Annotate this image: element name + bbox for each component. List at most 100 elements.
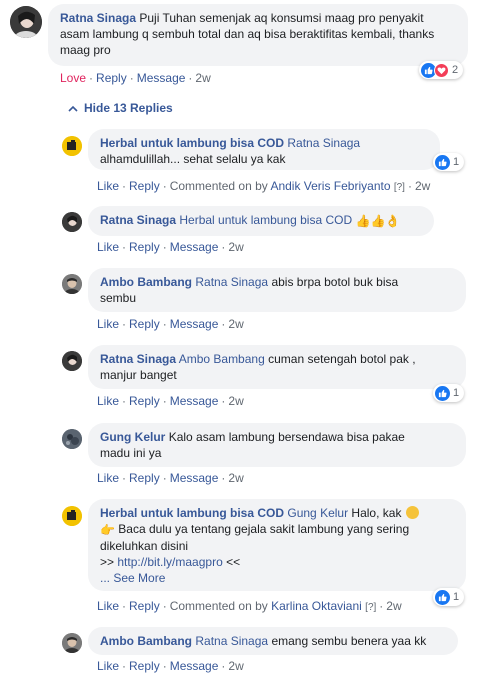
love-reaction-icon [434, 62, 449, 78]
avatar[interactable] [62, 212, 82, 232]
reply-actions: Like · Reply · Message · 2w [97, 317, 244, 331]
reply-bubble: Gung Kelur Kalo asam lambung bersendawa … [88, 423, 466, 467]
like-button[interactable]: Like [97, 240, 119, 254]
reply-button[interactable]: Reply [129, 317, 160, 331]
hide-replies-label: Hide 13 Replies [84, 101, 173, 115]
reaction-count: 1 [453, 591, 460, 603]
reaction-count: 1 [453, 387, 460, 399]
reply-author[interactable]: Herbal untuk lambung bisa COD [100, 506, 284, 520]
timestamp[interactable]: 2w [386, 599, 401, 613]
reply-bubble: Ambo Bambang Ratna Sinaga abis brpa boto… [88, 268, 466, 312]
reply-author[interactable]: Ratna Sinaga [100, 213, 176, 227]
avatar[interactable] [62, 351, 82, 371]
reply-button[interactable]: Reply [129, 659, 160, 673]
hide-replies-button[interactable]: Hide 13 Replies [68, 101, 173, 115]
message-button[interactable]: Message [170, 659, 219, 673]
reply-author[interactable]: Ambo Bambang [100, 634, 192, 648]
like-reaction-icon [435, 589, 450, 605]
reaction-count: 1 [453, 156, 460, 168]
message-button[interactable]: Message [170, 394, 219, 408]
reaction-count: 2 [452, 64, 459, 76]
reaction-badge[interactable]: 2 [419, 61, 464, 79]
reaction-badge[interactable]: 1 [433, 384, 465, 402]
mention[interactable]: Ambo Bambang [179, 352, 265, 366]
profile-photo-icon [62, 351, 82, 371]
commented-on-by-label: Commented on by [169, 179, 268, 193]
reply-button[interactable]: Reply [129, 471, 160, 485]
avatar[interactable] [62, 274, 82, 294]
mention[interactable]: Ratna Sinaga [195, 634, 268, 648]
message-button[interactable]: Message [170, 471, 219, 485]
reply-button[interactable]: Reply [129, 394, 160, 408]
reaction-badge[interactable]: 1 [433, 153, 465, 171]
reply-text: abis brpa botol buk bisa [271, 275, 399, 289]
link-suffix: << [222, 555, 241, 569]
reply-author[interactable]: Ratna Sinaga [100, 352, 176, 366]
reply-text: emang sembu benera yaa kk [271, 634, 427, 648]
chevron-up-icon [68, 105, 78, 112]
timestamp[interactable]: 2w [228, 240, 243, 254]
avatar[interactable] [10, 6, 42, 38]
reply-button[interactable]: Reply [96, 71, 127, 85]
reply-author[interactable]: Herbal untuk lambung bisa COD [100, 136, 284, 150]
mention[interactable]: Herbal untuk lambung bisa COD [179, 213, 352, 227]
external-link[interactable]: http://bit.ly/maagpro [117, 555, 222, 569]
like-button[interactable]: Like [97, 659, 119, 673]
reply-button[interactable]: Reply [129, 240, 160, 254]
reply-text: cuman setengah botol pak , [268, 352, 416, 366]
reply-text-line2: manjur banget [100, 368, 177, 382]
timestamp[interactable]: 2w [228, 394, 243, 408]
love-button[interactable]: Love [60, 71, 86, 85]
link-prefix: >> [100, 555, 118, 569]
reply-actions: Like · Reply · Message · 2w [97, 659, 244, 673]
smiling-emoji-icon [405, 506, 419, 519]
timestamp[interactable]: 2w [415, 179, 430, 193]
avatar[interactable] [62, 506, 82, 526]
timestamp[interactable]: 2w [228, 659, 243, 673]
reply-actions: Like · Reply · Message · 2w [97, 240, 244, 254]
mention[interactable]: Ratna Sinaga [287, 136, 360, 150]
timestamp[interactable]: 2w [228, 317, 243, 331]
profile-photo-icon [62, 274, 82, 294]
reaction-badge[interactable]: 1 [433, 588, 465, 606]
ok-hand-emoji-icon: 👌 [385, 214, 401, 228]
timestamp[interactable]: 2w [195, 71, 210, 85]
like-button[interactable]: Like [97, 599, 119, 613]
commented-on-by-label: Commented on by [169, 599, 268, 613]
commenter-name[interactable]: Karlina Oktaviani [271, 599, 362, 613]
profile-photo-icon [62, 633, 82, 653]
avatar[interactable] [62, 136, 82, 156]
comment-actions: Love · Reply · Message · 2w [60, 71, 211, 85]
info-link[interactable]: [?] [365, 602, 376, 613]
reply-text: Halo, kak [351, 506, 402, 520]
reply-text-line3: dikeluhkan disini [100, 539, 189, 553]
like-button[interactable]: Like [97, 471, 119, 485]
reply-actions: Like · Reply · Message · 2w [97, 394, 244, 408]
message-button[interactable]: Message [137, 71, 186, 85]
reply-bubble: Ratna Sinaga Ambo Bambang cuman setengah… [88, 345, 466, 389]
reply-bubble: Herbal untuk lambung bisa COD Gung Kelur… [88, 499, 466, 591]
reply-button[interactable]: Reply [129, 599, 160, 613]
reply-author[interactable]: Gung Kelur [100, 430, 165, 444]
info-link[interactable]: [?] [394, 182, 405, 193]
mention[interactable]: Ratna Sinaga [195, 275, 268, 289]
message-button[interactable]: Message [170, 240, 219, 254]
commenter-name[interactable]: Andik Veris Febriyanto [270, 179, 390, 193]
reply-button[interactable]: Reply [129, 179, 160, 193]
reply-text: alhamdulillah... sehat selalu ya kak [100, 152, 286, 166]
brand-logo-icon [62, 506, 82, 526]
like-reaction-icon [435, 385, 450, 401]
timestamp[interactable]: 2w [228, 471, 243, 485]
comment-bubble: Ratna Sinaga Puji Tuhan semenjak aq kons… [48, 4, 468, 66]
reply-bubble: Herbal untuk lambung bisa COD Ratna Sina… [88, 129, 440, 170]
see-more-link[interactable]: ... See More [100, 570, 454, 586]
like-button[interactable]: Like [97, 179, 119, 193]
like-button[interactable]: Like [97, 317, 119, 331]
avatar[interactable] [62, 633, 82, 653]
mention[interactable]: Gung Kelur [287, 506, 348, 520]
reply-author[interactable]: Ambo Bambang [100, 275, 192, 289]
like-button[interactable]: Like [97, 394, 119, 408]
avatar[interactable] [62, 429, 82, 449]
comment-author[interactable]: Ratna Sinaga [60, 11, 136, 25]
message-button[interactable]: Message [170, 317, 219, 331]
